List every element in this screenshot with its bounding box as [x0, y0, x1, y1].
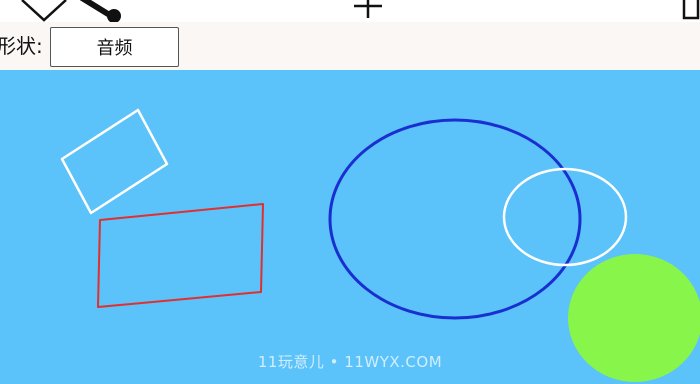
white-ellipse-shape	[502, 167, 628, 267]
shape-bar: 形状: 音频	[0, 22, 700, 70]
red-rectangle-shape	[97, 203, 264, 308]
shape-select-value: 音频	[96, 38, 133, 59]
plus-icon[interactable]	[350, 0, 386, 22]
watermark: 11玩意儿 • 11WYX.COM	[257, 353, 443, 371]
white-rectangle-shape	[60, 108, 169, 215]
toolbar	[0, 0, 700, 22]
paint-brush-icon[interactable]	[78, 0, 126, 22]
drawing-canvas[interactable]: 11玩意儿 • 11WYX.COM	[0, 70, 700, 384]
canvas-shapes	[60, 108, 700, 382]
window-icon[interactable]	[682, 0, 700, 22]
blue-ellipse-shape	[328, 118, 582, 320]
pen-tool-icon[interactable]	[18, 0, 70, 22]
shape-label: 形状:	[0, 34, 43, 58]
shape-select[interactable]: 音频	[50, 27, 179, 67]
